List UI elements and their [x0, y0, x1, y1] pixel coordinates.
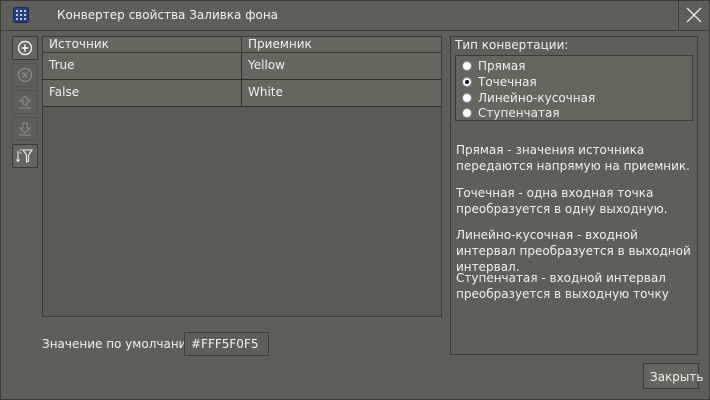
move-up-button[interactable] [12, 90, 38, 114]
radio-piecewise-linear[interactable]: Линейно-кусочная [462, 90, 595, 106]
radio-direct[interactable]: Прямая [462, 58, 525, 74]
radio-label: Прямая [478, 59, 526, 73]
radio-circle-icon [462, 108, 472, 118]
default-value-label: Значение по умолчанию [42, 337, 197, 351]
radio-label: Ступенчатая [478, 106, 560, 120]
title-bar: Конвертер свойства Заливка фона [1, 1, 709, 31]
cell-target[interactable]: Yellow [242, 53, 441, 79]
table-row[interactable]: True Yellow [43, 53, 441, 80]
column-header-target[interactable]: Приемник [242, 37, 441, 52]
description-step: Ступенчатая - входной интервал преобразу… [456, 271, 669, 301]
dialog-window: Конвертер свойства Заливка фона Источник… [0, 0, 710, 400]
column-header-source[interactable]: Источник [43, 37, 242, 52]
remove-row-button[interactable] [12, 63, 38, 87]
grid-header: Источник Приемник [43, 37, 441, 53]
table-row[interactable]: False White [43, 80, 441, 107]
mapping-grid: Источник Приемник True Yellow False Whit… [42, 36, 442, 317]
description-point: Точечная - одна входная точка преобразуе… [456, 186, 668, 216]
window-close-button[interactable] [678, 1, 709, 30]
grid-toolbar [12, 36, 38, 171]
conversion-panel: Тип конвертации: Прямая Точечная Линейно… [450, 36, 698, 355]
cell-source[interactable]: False [43, 80, 242, 106]
move-down-button[interactable] [12, 117, 38, 141]
description-piecewise-linear: Линейно-кусочная - входной интервал прео… [456, 228, 691, 274]
cell-target[interactable]: White [242, 80, 441, 106]
default-value-field[interactable]: #FFF5F0F5 [184, 332, 269, 356]
conversion-type-group: Прямая Точечная Линейно-кусочная Ступенч… [455, 55, 693, 121]
radio-circle-icon [462, 61, 472, 71]
radio-circle-icon [462, 93, 472, 103]
radio-point[interactable]: Точечная [462, 74, 537, 90]
radio-checked-icon [462, 77, 472, 87]
window-title: Конвертер свойства Заливка фона [57, 8, 279, 22]
radio-label: Линейно-кусочная [478, 91, 596, 105]
add-row-button[interactable] [12, 36, 38, 60]
sort-filter-icon [16, 149, 34, 163]
arrow-up-icon [18, 95, 32, 109]
close-button[interactable]: Закрыть [643, 363, 703, 389]
arrow-down-icon [18, 122, 32, 136]
plus-circle-icon [17, 40, 33, 56]
sort-filter-button[interactable] [12, 144, 38, 168]
description-direct: Прямая - значения источника передаются н… [456, 143, 690, 173]
radio-label: Точечная [478, 75, 537, 89]
close-icon [686, 7, 702, 23]
x-circle-icon [17, 67, 33, 83]
grid-app-icon [13, 7, 29, 23]
conversion-type-label: Тип конвертации: [455, 38, 569, 52]
cell-source[interactable]: True [43, 53, 242, 79]
radio-step[interactable]: Ступенчатая [462, 105, 560, 121]
